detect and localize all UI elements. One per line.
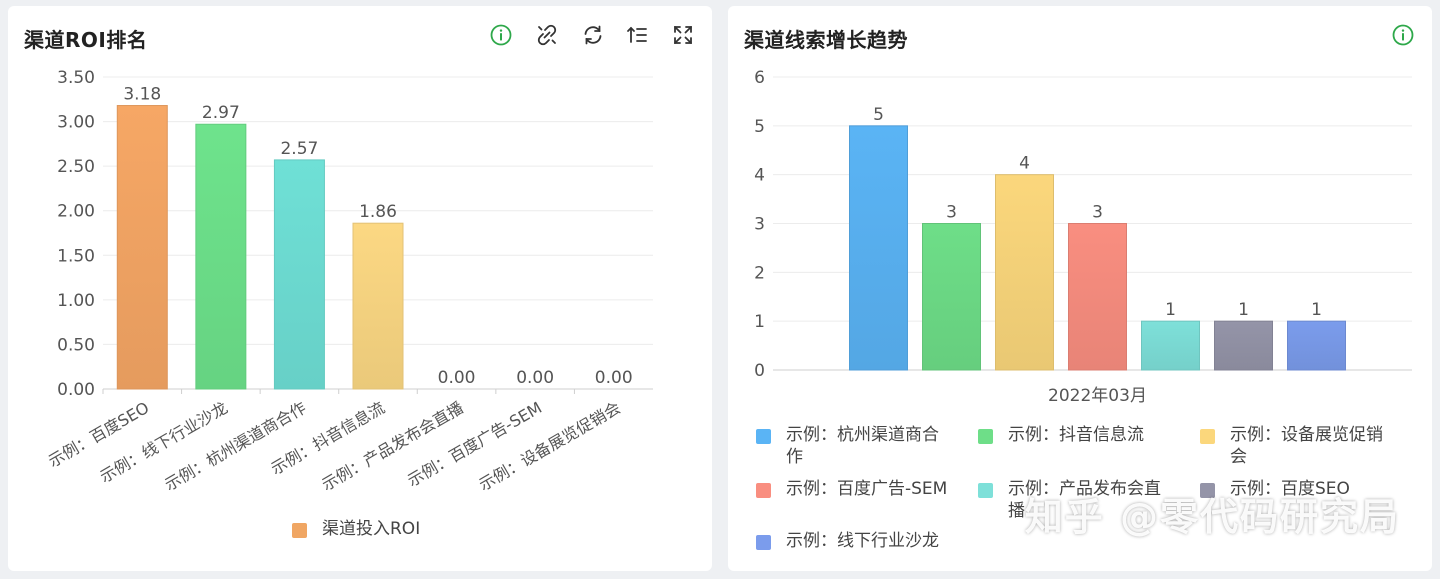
legend-swatch <box>756 429 771 444</box>
data-label: 3 <box>1092 203 1103 223</box>
legend-label: 示例：线下行业沙龙 <box>786 531 939 551</box>
y-tick-label: 2.50 <box>57 157 95 177</box>
legend-swatch <box>1200 429 1215 444</box>
x-tick-label: 示例：杭州渠道商合作 <box>161 398 309 494</box>
legend-label: 示例：杭州渠道商合作 <box>786 425 939 467</box>
legend-item-roi[interactable]: 渠道投入ROI <box>292 518 420 540</box>
legend-swatch <box>978 429 993 444</box>
legend-label: 示例：抖音信息流 <box>1008 425 1144 445</box>
bar <box>273 159 325 390</box>
lead-growth-bar-chart: 0 1 2 3 4 5 6 5 3 4 3 1 1 1 2022年03月 <box>754 68 1412 406</box>
legend-swatch <box>978 483 993 498</box>
x-tick-label: 示例：设备展览促销会 <box>476 398 624 494</box>
x-tick-label: 示例：百度广告-SEM <box>404 398 545 490</box>
legend-item[interactable]: 示例：抖音信息流 <box>978 424 1193 446</box>
bar <box>1141 320 1200 371</box>
y-tick-label: 6 <box>754 68 765 88</box>
y-tick-label: 2 <box>754 263 765 283</box>
data-label: 2.97 <box>202 103 240 123</box>
bar <box>849 125 908 371</box>
data-label: 1 <box>1165 300 1176 320</box>
bar <box>922 223 981 371</box>
data-label: 1 <box>1238 300 1249 320</box>
legend-item[interactable]: 示例：百度广告-SEM <box>756 478 971 500</box>
watermark-text: 知乎 @零代码研究局 <box>1024 495 1400 539</box>
y-tick-label: 3.00 <box>57 113 95 133</box>
data-label: 0.00 <box>516 368 554 388</box>
legend-swatch <box>292 523 307 538</box>
y-tick-label: 1.50 <box>57 246 95 266</box>
legend-item[interactable]: 示例：设备展览促销会 <box>1200 424 1415 468</box>
data-label: 0.00 <box>438 368 476 388</box>
y-tick-label: 0 <box>754 361 765 381</box>
y-tick-label: 5 <box>754 117 765 137</box>
data-label: 1 <box>1311 300 1322 320</box>
data-label: 0.00 <box>595 368 633 388</box>
bar <box>1068 223 1127 371</box>
bar <box>352 222 404 390</box>
x-tick-label: 示例：线下行业沙龙 <box>97 398 231 486</box>
y-tick-label: 1 <box>754 312 765 332</box>
data-label: 3.18 <box>123 85 161 105</box>
y-tick-label: 3 <box>754 215 765 235</box>
legend-swatch <box>756 483 771 498</box>
data-label: 3 <box>946 203 957 223</box>
y-tick-label: 2.00 <box>57 202 95 222</box>
roi-bar-chart: 0.00 0.50 1.00 1.50 2.00 2.50 3.00 3.50 3.18 示例：百… <box>45 68 653 494</box>
bar <box>995 174 1054 371</box>
x-tick-label: 示例：产品发布会直播 <box>318 398 466 494</box>
y-tick-label: 4 <box>754 166 765 186</box>
y-tick-label: 3.50 <box>57 68 95 88</box>
roi-ranking-card: 渠道ROI排名 0.00 0.50 1.00 1.50 2.00 2.50 3.00 3.50… <box>8 6 712 571</box>
legend-label: 示例：百度广告-SEM <box>786 479 948 499</box>
y-tick-label: 0.00 <box>57 380 95 400</box>
bar <box>116 105 168 390</box>
y-tick-label: 1.00 <box>57 291 95 311</box>
y-tick-label: 0.50 <box>57 335 95 355</box>
data-label: 1.86 <box>359 202 397 222</box>
bar <box>1287 320 1346 371</box>
legend-label: 渠道投入ROI <box>322 519 421 539</box>
legend-item[interactable]: 示例：线下行业沙龙 <box>756 530 971 552</box>
x-tick-label: 2022年03月 <box>1048 386 1147 406</box>
bar <box>1214 320 1273 371</box>
legend-item[interactable]: 示例：杭州渠道商合作 <box>756 424 971 468</box>
legend-label: 示例：设备展览促销会 <box>1230 425 1383 467</box>
bar <box>195 123 247 390</box>
lead-growth-card: 渠道线索增长趋势 0 1 2 3 4 5 6 5 3 4 3 1 1 1 2022年03月 示例：杭州渠道商… <box>728 6 1432 571</box>
data-label: 5 <box>873 105 884 125</box>
data-label: 2.57 <box>280 139 318 159</box>
legend-swatch <box>756 535 771 550</box>
data-label: 4 <box>1019 154 1030 174</box>
